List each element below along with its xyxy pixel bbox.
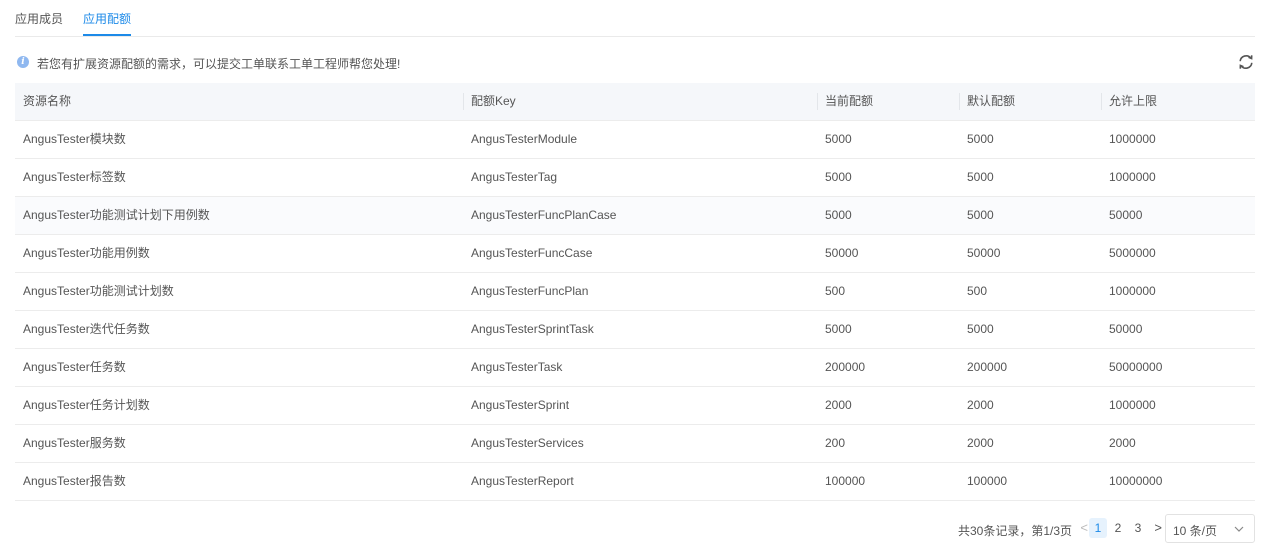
page-3-button[interactable]: 3 — [1129, 518, 1147, 538]
table-row: AngusTester模块数 AngusTesterModule 5000 50… — [15, 121, 1255, 159]
table-header: 资源名称 配额Key 当前配额 默认配额 允许上限 — [15, 83, 1255, 121]
cell-current-quota: 5000 — [825, 132, 852, 146]
cell-max-quota: 50000 — [1109, 208, 1143, 222]
cell-current-quota: 5000 — [825, 208, 852, 222]
cell-max-quota: 1000000 — [1109, 398, 1156, 412]
cell-default-quota: 5000 — [967, 322, 994, 336]
table-row: AngusTester功能测试计划下用例数 AngusTesterFuncPla… — [15, 197, 1255, 235]
page-size-select[interactable]: 10 条/页 — [1165, 514, 1255, 543]
pagination: 共30条记录，第1/3页 < 1 2 3 > 10 条/页 — [935, 514, 1255, 543]
cell-current-quota: 5000 — [825, 170, 852, 184]
cell-quota-key: AngusTesterFuncPlanCase — [471, 208, 617, 222]
cell-default-quota: 50000 — [967, 246, 1001, 260]
cell-current-quota: 500 — [825, 284, 846, 298]
header-quota-key: 配额Key — [463, 83, 516, 120]
cell-max-quota: 1000000 — [1109, 170, 1156, 184]
active-tab-indicator — [83, 34, 132, 36]
table-row: AngusTester迭代任务数 AngusTesterSprintTask 5… — [15, 311, 1255, 349]
cell-quota-key: AngusTesterSprintTask — [471, 322, 594, 336]
notice-text: 若您有扩展资源配额的需求，可以提交工单联系工单工程师帮您处理! — [37, 57, 401, 71]
cell-current-quota: 200000 — [825, 360, 866, 374]
tab-bar: 应用成员 应用配额 — [15, 0, 1255, 37]
cell-current-quota: 2000 — [825, 398, 852, 412]
cell-resource-name: AngusTester任务计划数 — [23, 398, 150, 412]
cell-max-quota: 50000000 — [1109, 360, 1163, 374]
page-1-button[interactable]: 1 — [1089, 518, 1107, 538]
cell-max-quota: 10000000 — [1109, 474, 1163, 488]
cell-resource-name: AngusTester功能用例数 — [23, 246, 150, 260]
cell-quota-key: AngusTesterReport — [471, 474, 574, 488]
cell-resource-name: AngusTester服务数 — [23, 436, 126, 450]
cell-default-quota: 5000 — [967, 208, 994, 222]
header-default-quota: 默认配额 — [959, 83, 1016, 120]
cell-quota-key: AngusTesterTask — [471, 360, 563, 374]
header-max-quota: 允许上限 — [1101, 83, 1158, 120]
cell-quota-key: AngusTesterFuncPlan — [471, 284, 589, 298]
tab-app-quota[interactable]: 应用配额 — [83, 12, 132, 36]
table-row: AngusTester任务计划数 AngusTesterSprint 2000 … — [15, 387, 1255, 425]
tab-app-members[interactable]: 应用成员 — [15, 12, 63, 36]
page-size-value: 10 条/页 — [1173, 524, 1218, 538]
cell-quota-key: AngusTesterTag — [471, 170, 558, 184]
cell-default-quota: 2000 — [967, 436, 994, 450]
table-row: AngusTester标签数 AngusTesterTag 5000 5000 … — [15, 159, 1255, 197]
header-current-quota: 当前配额 — [817, 83, 874, 120]
cell-quota-key: AngusTesterFuncCase — [471, 246, 593, 260]
quota-notice: i 若您有扩展资源配额的需求，可以提交工单联系工单工程师帮您处理! — [15, 53, 1255, 71]
chevron-down-icon — [1234, 523, 1244, 537]
header-label: 允许上限 — [1109, 94, 1158, 108]
table-row: AngusTester服务数 AngusTesterServices 200 2… — [15, 425, 1255, 463]
cell-quota-key: AngusTesterServices — [471, 436, 584, 450]
cell-max-quota: 1000000 — [1109, 132, 1156, 146]
cell-resource-name: AngusTester标签数 — [23, 170, 126, 184]
cell-resource-name: AngusTester迭代任务数 — [23, 322, 150, 336]
next-page-button[interactable]: > — [1154, 520, 1162, 535]
table-row: AngusTester功能用例数 AngusTesterFuncCase 500… — [15, 235, 1255, 273]
cell-default-quota: 200000 — [967, 360, 1008, 374]
cell-quota-key: AngusTesterSprint — [471, 398, 570, 412]
cell-current-quota: 5000 — [825, 322, 852, 336]
table-row: AngusTester任务数 AngusTesterTask 200000 20… — [15, 349, 1255, 387]
info-icon: i — [17, 56, 29, 68]
cell-default-quota: 100000 — [967, 474, 1008, 488]
cell-default-quota: 5000 — [967, 170, 994, 184]
tab-label: 应用配额 — [83, 12, 132, 26]
cell-current-quota: 200 — [825, 436, 846, 450]
header-label: 当前配额 — [825, 94, 874, 108]
cell-max-quota: 2000 — [1109, 436, 1136, 450]
cell-max-quota: 50000 — [1109, 322, 1143, 336]
table-row: AngusTester报告数 AngusTesterReport 100000 … — [15, 463, 1255, 501]
cell-current-quota: 100000 — [825, 474, 866, 488]
tab-label: 应用成员 — [15, 12, 64, 26]
cell-resource-name: AngusTester模块数 — [23, 132, 126, 146]
cell-default-quota: 2000 — [967, 398, 994, 412]
header-label: 默认配额 — [967, 94, 1016, 108]
cell-resource-name: AngusTester功能测试计划下用例数 — [23, 208, 210, 222]
cell-max-quota: 5000000 — [1109, 246, 1156, 260]
cell-default-quota: 5000 — [967, 132, 994, 146]
cell-current-quota: 50000 — [825, 246, 859, 260]
cell-resource-name: AngusTester任务数 — [23, 360, 126, 374]
cell-resource-name: AngusTester报告数 — [23, 474, 126, 488]
cell-resource-name: AngusTester功能测试计划数 — [23, 284, 174, 298]
prev-page-button[interactable]: < — [1080, 520, 1088, 535]
page-2-button[interactable]: 2 — [1109, 518, 1127, 538]
cell-quota-key: AngusTesterModule — [471, 132, 578, 146]
header-resource-name: 资源名称 — [23, 94, 72, 108]
pagination-total: 共30条记录，第1/3页 — [957, 524, 1072, 538]
table-row: AngusTester功能测试计划数 AngusTesterFuncPlan 5… — [15, 273, 1255, 311]
header-label: 配额Key — [471, 94, 516, 108]
cell-default-quota: 500 — [967, 284, 988, 298]
cell-max-quota: 1000000 — [1109, 284, 1156, 298]
quota-table: 资源名称 配额Key 当前配额 默认配额 允许上限 AngusTester模块数… — [15, 83, 1255, 501]
refresh-icon[interactable] — [1237, 53, 1255, 71]
